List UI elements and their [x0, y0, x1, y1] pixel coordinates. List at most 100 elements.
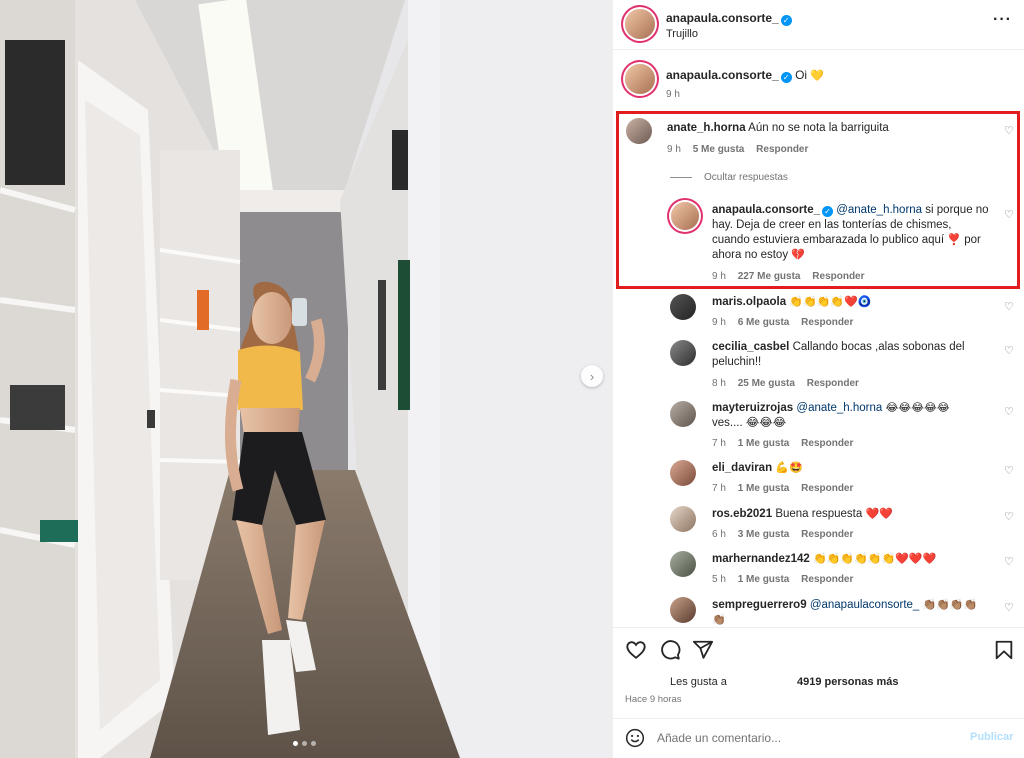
carousel-dots	[293, 741, 316, 746]
caption-time: 9 h	[666, 89, 680, 100]
commenter-avatar[interactable]	[670, 401, 696, 427]
commenter-avatar[interactable]	[670, 506, 696, 532]
commenter-avatar[interactable]	[670, 294, 696, 320]
reply-button[interactable]: Responder	[801, 529, 853, 540]
share-icon[interactable]	[692, 639, 714, 661]
bookmark-icon[interactable]	[993, 639, 1015, 661]
comment-emoji: 😂😂😂😂😂	[885, 402, 950, 414]
divider-line	[670, 177, 692, 178]
heart-icon[interactable]	[625, 639, 647, 661]
reply-emoji-end: 💔	[791, 249, 805, 261]
comment-likes[interactable]: 1 Me gusta	[738, 438, 790, 449]
comment-likes[interactable]: 6 Me gusta	[738, 317, 790, 328]
hide-replies-button[interactable]: Ocultar respuestas	[670, 172, 788, 183]
comment-mention[interactable]: @anate_h.horna	[796, 402, 882, 414]
comment-time: 7 h	[712, 438, 726, 449]
reply-username[interactable]: anapaula.consorte_	[712, 204, 820, 216]
verified-icon: ✓	[780, 15, 792, 26]
comment-time: 8 h	[712, 378, 726, 389]
comment-username[interactable]: cecilia_casbel	[712, 341, 789, 353]
comment-username[interactable]: marhernandez142	[712, 553, 810, 565]
comment-item: eli_daviran 💪🤩 7 h 1 Me gusta Responder …	[613, 460, 1024, 502]
comment-mention[interactable]: @anapaulaconsorte_	[810, 599, 920, 611]
comment-item: mayteruizrojas @anate_h.horna 😂😂😂😂😂 ves.…	[613, 401, 1024, 453]
caption-avatar[interactable]	[625, 64, 655, 94]
comment-input[interactable]	[657, 728, 957, 748]
reply-avatar[interactable]	[671, 202, 699, 230]
comment-username[interactable]: maris.olpaola	[712, 296, 786, 308]
reply-button[interactable]: Responder	[807, 378, 859, 389]
post-comment-button[interactable]: Publicar	[970, 731, 1013, 743]
verified-icon: ✓	[780, 72, 792, 83]
heart-icon[interactable]: ♡	[1004, 557, 1015, 568]
post-photo[interactable]: ›	[0, 0, 612, 758]
comment-item: anate_h.horna Aún no se nota la barrigui…	[613, 118, 1024, 158]
reply-button[interactable]: Responder	[756, 144, 808, 155]
comment-emoji: 👏🏽👏🏽👏🏽👏🏽	[922, 599, 978, 611]
post-details-panel: anapaula.consorte_ ✓ Trujillo ··· anapaul…	[612, 0, 1024, 758]
comment-likes[interactable]: 1 Me gusta	[738, 483, 790, 494]
comment-icon[interactable]	[659, 639, 681, 661]
liked-by-count[interactable]: 4919 personas más	[797, 676, 899, 688]
commenter-avatar[interactable]	[670, 551, 696, 577]
comment-composer: Publicar	[613, 718, 1024, 758]
heart-icon[interactable]: ♡	[1004, 603, 1015, 614]
comment-item: marhernandez142 👏👏👏👏👏👏❤️❤️❤️ 5 h 1 Me gu…	[613, 551, 1024, 593]
carousel-dot	[302, 741, 307, 746]
author-username[interactable]: anapaula.consorte_	[666, 11, 779, 25]
comment-time: 7 h	[712, 483, 726, 494]
author-avatar[interactable]	[625, 9, 655, 39]
heart-icon[interactable]: ♡	[1004, 346, 1015, 357]
verified-icon: ✓	[822, 206, 834, 217]
reply-button[interactable]: Responder	[801, 483, 853, 494]
carousel-dot	[311, 741, 316, 746]
post-header: anapaula.consorte_ ✓ Trujillo ···	[613, 0, 1024, 50]
commenter-avatar[interactable]	[670, 597, 696, 623]
heart-icon[interactable]: ♡	[1004, 512, 1015, 523]
reply-mention[interactable]: @anate_h.horna	[836, 204, 922, 216]
comment-item: cecilia_casbel Callando bocas ,alas sobo…	[613, 340, 1024, 392]
comment-item: ros.eb2021 Buena respuesta ❤️❤️ 6 h 3 Me…	[613, 506, 1024, 548]
comment-username[interactable]: sempreguerrero9	[712, 599, 807, 611]
reply-button[interactable]: Responder	[801, 317, 853, 328]
carousel-dot	[293, 741, 298, 746]
comment-item: sempreguerrero9 @anapaulaconsorte_ 👏🏽👏🏽👏…	[613, 597, 1024, 627]
heart-icon[interactable]: ♡	[1004, 126, 1015, 137]
chevron-right-icon: ›	[589, 368, 595, 384]
liked-by-prefix: Les gusta a	[670, 676, 727, 688]
caption-emoji: 💛	[810, 70, 825, 82]
post-time-ago: Hace 9 horas	[625, 694, 682, 705]
instagram-post-view: › anapaula.consorte_ ✓ Trujillo ··· anapa…	[0, 0, 1024, 758]
comment-text: Aún no se nota la barriguita	[748, 122, 889, 134]
comment-likes[interactable]: 5 Me gusta	[693, 144, 745, 155]
reply-button[interactable]: Responder	[801, 438, 853, 449]
post-location[interactable]: Trujillo	[666, 28, 698, 40]
commenter-avatar[interactable]	[626, 118, 652, 144]
comment-likes[interactable]: 25 Me gusta	[738, 378, 795, 389]
comment-time: 9 h	[667, 144, 681, 155]
emoji-icon[interactable]	[625, 728, 645, 748]
next-image-button[interactable]: ›	[581, 365, 603, 387]
comment-likes[interactable]: 1 Me gusta	[738, 574, 790, 585]
commenter-avatar[interactable]	[670, 340, 696, 366]
closet-mirror-selfie-image	[0, 0, 612, 758]
heart-icon[interactable]: ♡	[1004, 466, 1015, 477]
comment-time: 6 h	[712, 529, 726, 540]
comment-item: maris.olpaola 👏👏👏👏❤️🧿 9 h 6 Me gusta Res…	[613, 294, 1024, 336]
reply-button[interactable]: Responder	[812, 271, 864, 282]
comment-username[interactable]: mayteruizrojas	[712, 402, 793, 414]
caption-username[interactable]: anapaula.consorte_	[666, 68, 779, 82]
comment-likes[interactable]: 3 Me gusta	[738, 529, 790, 540]
heart-icon[interactable]: ♡	[1004, 302, 1015, 313]
comment-username[interactable]: eli_daviran	[712, 462, 772, 474]
heart-icon[interactable]: ♡	[1004, 210, 1015, 221]
commenter-avatar[interactable]	[670, 460, 696, 486]
heart-icon[interactable]: ♡	[1004, 407, 1015, 418]
reply-emoji: ❣️	[947, 234, 961, 246]
reply-button[interactable]: Responder	[801, 574, 853, 585]
reply-likes[interactable]: 227 Me gusta	[738, 271, 801, 282]
comment-username[interactable]: ros.eb2021	[712, 508, 772, 520]
comment-text: Buena respuesta	[775, 508, 863, 520]
comment-username[interactable]: anate_h.horna	[667, 122, 746, 134]
more-icon[interactable]: ···	[993, 11, 1012, 29]
